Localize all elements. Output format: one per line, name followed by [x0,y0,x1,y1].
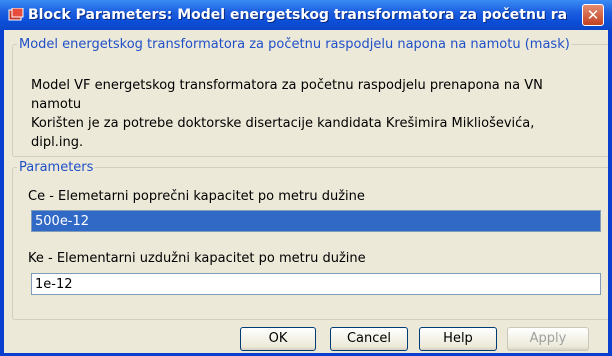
close-icon[interactable]: ✕ [582,4,604,26]
title-bar[interactable]: Block Parameters: Model energetskog tran… [0,0,612,30]
description-line: Model VF energetskog transformatora za p… [31,78,543,93]
description-line: Korišten je za potrebe doktorske diserta… [31,116,535,131]
ce-label: Ce - Elemetarni poprečni kapacitet po me… [28,189,365,204]
window-border-right [608,30,612,356]
help-button[interactable]: Help [419,327,497,351]
ok-button[interactable]: OK [240,327,316,351]
description-line: namotu [31,97,82,112]
apply-button[interactable]: Apply [507,327,589,351]
window-title: Block Parameters: Model energetskog tran… [28,7,568,23]
ke-input[interactable] [31,273,601,295]
dialog-client-area: Model energetskog transformatora za poče… [4,30,612,353]
block-parameters-window: Block Parameters: Model energetskog tran… [0,0,612,356]
parameters-legend: Parameters [19,160,94,175]
ke-label: Ke - Elementarni uzdužni kapacitet po me… [28,251,366,266]
mask-legend: Model energetskog transformatora za poče… [19,37,570,52]
ce-input[interactable] [31,210,601,232]
mask-description-group: Model energetskog transformatora za poče… [12,37,612,157]
parameters-group: Parameters [12,160,612,320]
description-line: dipl.ing. [31,135,84,150]
cancel-button[interactable]: Cancel [330,327,408,351]
simulink-block-icon [8,8,24,21]
